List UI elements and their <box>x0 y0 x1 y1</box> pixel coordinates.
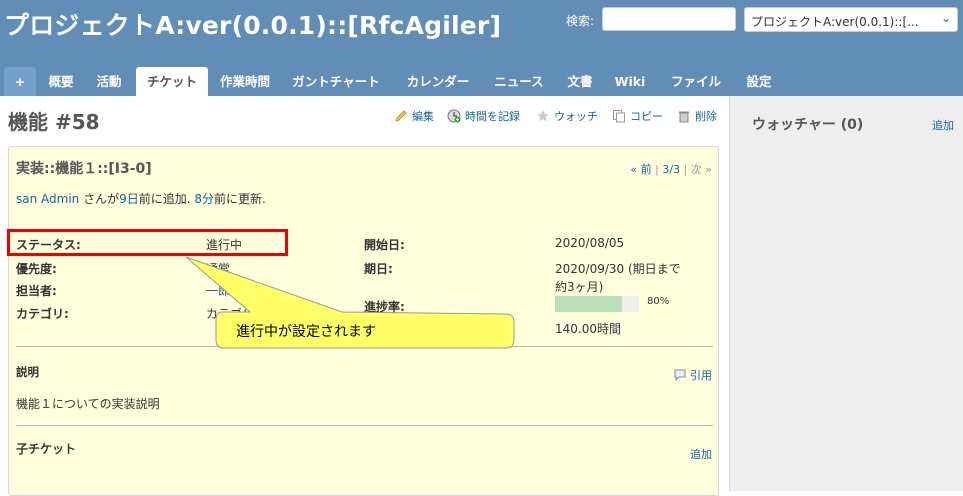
tab-new[interactable]: + <box>4 67 36 96</box>
divider <box>16 346 713 347</box>
author-text: 前に更新. <box>214 192 266 206</box>
watch-label: ウォッチ <box>554 110 598 123</box>
pencil-icon <box>395 110 407 122</box>
due-date-label: 期日: <box>364 262 393 276</box>
prev-issue-link[interactable]: « 前 <box>630 163 651 176</box>
author-text: 前に追加. <box>138 192 195 206</box>
issue-subject: 実装::機能１::[I3-0] <box>16 161 152 177</box>
project-title[interactable]: プロジェクトA:ver(0.0.1)::[RfcAgiler] <box>4 6 501 42</box>
assignee-label: 担当者: <box>16 284 57 298</box>
copy-button[interactable]: コピー <box>612 108 663 124</box>
tab-overview[interactable]: 概要 <box>42 67 80 96</box>
progress-bar-fill <box>555 296 623 312</box>
contextual-actions: 編集 時間を記録 ウォッチ コピー 削除 <box>0 108 963 124</box>
nav-separator: | <box>655 163 659 176</box>
progress-bar <box>555 296 639 312</box>
issue-navigation: « 前 | 3/3 | 次 » <box>630 161 712 177</box>
tab-files[interactable]: ファイル <box>664 67 728 96</box>
project-select-value: プロジェクトA:ver(0.0.1)::[... <box>751 15 919 29</box>
search-input[interactable] <box>602 7 736 31</box>
due-date-remaining: 約3ヶ月) <box>555 280 604 294</box>
tab-issues[interactable]: チケット <box>136 67 208 96</box>
category-value: カテゴリ1 <box>206 307 262 321</box>
progress-label: 進捗率: <box>364 300 405 314</box>
spent-time-value: 140.00時間 <box>555 322 621 336</box>
priority-value: 通常 <box>206 262 231 276</box>
tab-settings[interactable]: 設定 <box>740 67 778 96</box>
log-time-button[interactable]: 時間を記録 <box>447 108 520 124</box>
tab-calendar[interactable]: カレンダー <box>400 67 476 96</box>
trash-icon <box>679 111 689 123</box>
tab-documents[interactable]: 文書 <box>560 67 600 96</box>
add-subtask-link[interactable]: 追加 <box>690 446 712 462</box>
edit-button[interactable]: 編集 <box>394 108 434 124</box>
tab-time-entries[interactable]: 作業時間 <box>214 67 276 96</box>
log-time-label: 時間を記録 <box>465 110 520 123</box>
status-highlight-box <box>7 229 288 256</box>
tab-gantt[interactable]: ガントチャート <box>286 67 386 96</box>
issue-position-link[interactable]: 3/3 <box>662 163 680 176</box>
divider <box>16 425 713 426</box>
comment-icon <box>674 369 686 382</box>
delete-button[interactable]: 削除 <box>677 108 717 124</box>
tab-activity[interactable]: 活動 <box>90 67 128 96</box>
added-ago-link[interactable]: 9日 <box>119 192 139 206</box>
description-text: 機能１についての実装説明 <box>16 397 160 411</box>
callout-text: 進行中が設定されます <box>236 324 376 340</box>
start-date-value: 2020/08/05 <box>555 236 625 250</box>
sidebar: ウォッチャー (0) 追加 <box>729 96 963 491</box>
copy-icon <box>613 110 625 123</box>
updated-ago-link[interactable]: 8分 <box>194 192 214 206</box>
delete-label: 削除 <box>695 110 717 123</box>
author-link[interactable]: san Admin <box>16 192 79 206</box>
next-issue-label: 次 » <box>690 163 712 176</box>
author-text: さんが <box>79 192 120 206</box>
quote-label: 引用 <box>690 369 712 382</box>
project-jump-select[interactable]: プロジェクトA:ver(0.0.1)::[... ⌄ <box>744 7 958 32</box>
watch-button[interactable]: ウォッチ <box>536 108 598 124</box>
search-label: 検索: <box>566 14 595 28</box>
star-icon <box>537 110 549 122</box>
priority-label: 優先度: <box>16 262 57 276</box>
nav-separator: | <box>683 163 688 176</box>
due-date-value: 2020/09/30 (期日まで <box>555 262 681 276</box>
tab-wiki[interactable]: Wiki <box>610 67 650 96</box>
progress-percent: 80% <box>647 296 670 307</box>
clock-add-icon <box>447 109 461 123</box>
category-label: カテゴリ: <box>16 307 69 321</box>
tab-news[interactable]: ニュース <box>488 67 550 96</box>
description-title: 説明 <box>16 365 39 379</box>
chevron-down-icon: ⌄ <box>940 11 951 25</box>
assignee-link[interactable]: 一郎 <box>206 282 230 299</box>
top-header: プロジェクトA:ver(0.0.1)::[RfcAgiler] 検索: プロジェ… <box>0 0 963 96</box>
start-date-label: 開始日: <box>364 238 405 252</box>
subtasks-title: 子チケット <box>16 442 77 456</box>
edit-label: 編集 <box>412 110 434 123</box>
copy-label: コピー <box>630 110 663 123</box>
author-line: san Admin さんが9日前に追加. 8分前に更新. <box>16 190 266 207</box>
quote-button[interactable]: 引用 <box>673 367 712 383</box>
